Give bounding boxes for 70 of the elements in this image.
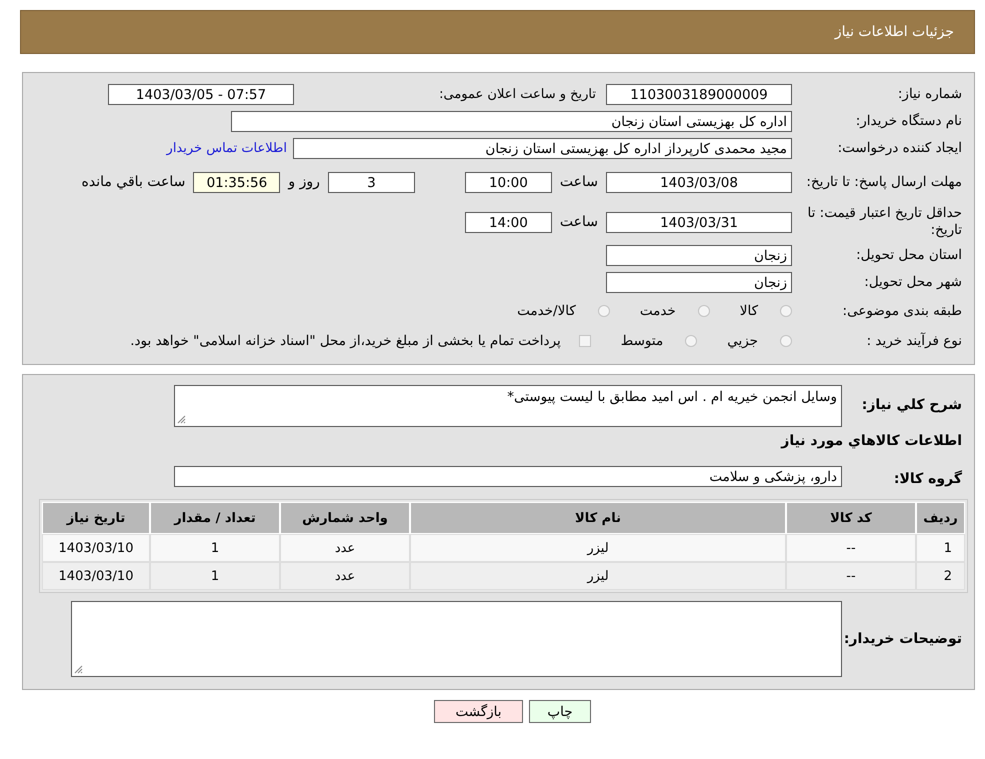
column-header: ردیف	[916, 502, 965, 534]
table-cell: لیزر	[410, 562, 786, 590]
radio-button[interactable]	[698, 305, 710, 317]
field-label: تاریخ و ساعت اعلان عمومی:	[438, 87, 596, 102]
table-cell: 1	[150, 534, 280, 562]
text-field[interactable]: 1403/03/08	[606, 172, 792, 192]
option-label: متوسط	[620, 333, 664, 349]
option-label: کالا/خدمت	[517, 303, 576, 319]
field-label: روز و	[288, 174, 320, 190]
back-button[interactable]: بازگشت	[434, 700, 523, 723]
text-field[interactable]: 10:00	[464, 172, 552, 192]
field-label: ساعت	[560, 174, 598, 190]
table-cell: لیزر	[410, 534, 786, 562]
field-label: گروه کالا:	[892, 471, 962, 487]
text-field[interactable]: مجید محمدی کارپرداز اداره کل بهزیستی استان زنجان	[293, 138, 792, 159]
radio-button[interactable]	[780, 305, 792, 317]
option-label: جزيي	[727, 333, 758, 349]
description-box[interactable]: وسایل انجمن خیریه ام . اس امید مطابق با لیست پیوستی*	[174, 385, 842, 427]
field-label: استان محل تحویل:	[855, 247, 962, 264]
contact-link[interactable]: اطلاعات تماس خریدار	[166, 141, 287, 156]
field-label: حداقل تاریخ اعتبار قیمت: تا تاریخ:	[806, 205, 962, 239]
checkbox[interactable]	[578, 335, 591, 347]
text-field[interactable]: 14:00	[464, 212, 552, 232]
print-button[interactable]: چاپ	[529, 700, 591, 723]
column-header: تاریخ نیاز	[42, 502, 150, 534]
text-field[interactable]: 3	[328, 172, 415, 192]
text-field[interactable]: زنجان	[606, 245, 792, 266]
table-cell: --	[786, 562, 916, 590]
resize-grip-icon[interactable]	[177, 415, 186, 424]
text-field[interactable]: زنجان	[606, 272, 792, 293]
radio-button[interactable]	[598, 305, 610, 317]
field-label: ساعت باقي مانده	[82, 174, 186, 190]
resize-grip-icon[interactable]	[74, 665, 83, 674]
field-label: توضیحات خریدار:	[842, 631, 962, 647]
countdown-field[interactable]: 01:35:56	[193, 172, 280, 192]
radio-button[interactable]	[780, 335, 792, 347]
table-cell: --	[786, 534, 916, 562]
field-label: مهلت ارسال پاسخ: تا تاریخ:	[805, 174, 962, 190]
table-cell: 1403/03/10	[42, 562, 150, 590]
text-field[interactable]: 1403/03/05 - 07:57	[108, 84, 294, 105]
option-label: خدمت	[640, 303, 676, 319]
description-text: وسایل انجمن خیریه ام . اس امید مطابق با لیست پیوستی*	[507, 389, 837, 405]
table-cell: 1	[150, 562, 280, 590]
column-header: کد کالا	[786, 502, 916, 534]
notes-box[interactable]	[71, 601, 842, 677]
field-label: شماره نیاز:	[896, 86, 962, 103]
column-header: تعداد / مقدار	[150, 502, 280, 534]
field-label: ایجاد کننده درخواست:	[836, 140, 962, 157]
option-label: پرداخت تمام یا بخشی از مبلغ خرید،از محل "اسناد خزانه اسلامی" خواهد بود.	[130, 333, 561, 349]
text-field[interactable]: دارو، پزشکی و سلامت	[174, 466, 842, 487]
text-field[interactable]: 1103003189000009	[606, 84, 792, 105]
field-label: شرح کلي نياز:	[860, 397, 962, 413]
column-header: واحد شمارش	[280, 502, 410, 534]
field-label: نام دستگاه خریدار:	[854, 113, 962, 130]
field-label: طبقه بندی موضوعی:	[842, 302, 962, 320]
field-label: شهر محل تحویل:	[863, 274, 962, 291]
text-field[interactable]: 1403/03/31	[606, 212, 792, 232]
table-cell: 2	[916, 562, 965, 590]
page-title: جزئیات اطلاعات نیاز	[834, 24, 954, 40]
radio-button[interactable]	[685, 335, 698, 347]
table-cell: عدد	[280, 534, 410, 562]
column-header: نام کالا	[410, 502, 786, 534]
table-cell: 1403/03/10	[42, 534, 150, 562]
table-cell: 1	[916, 534, 965, 562]
option-label: کالا	[740, 303, 758, 319]
field-label: نوع فرآیند خرید :	[866, 332, 962, 350]
text-field[interactable]: اداره کل بهزیستی استان زنجان	[231, 111, 792, 132]
table-cell: عدد	[280, 562, 410, 590]
field-label: ساعت	[560, 214, 598, 230]
section-heading: اطلاعات کالاهاي مورد نياز	[780, 433, 963, 451]
